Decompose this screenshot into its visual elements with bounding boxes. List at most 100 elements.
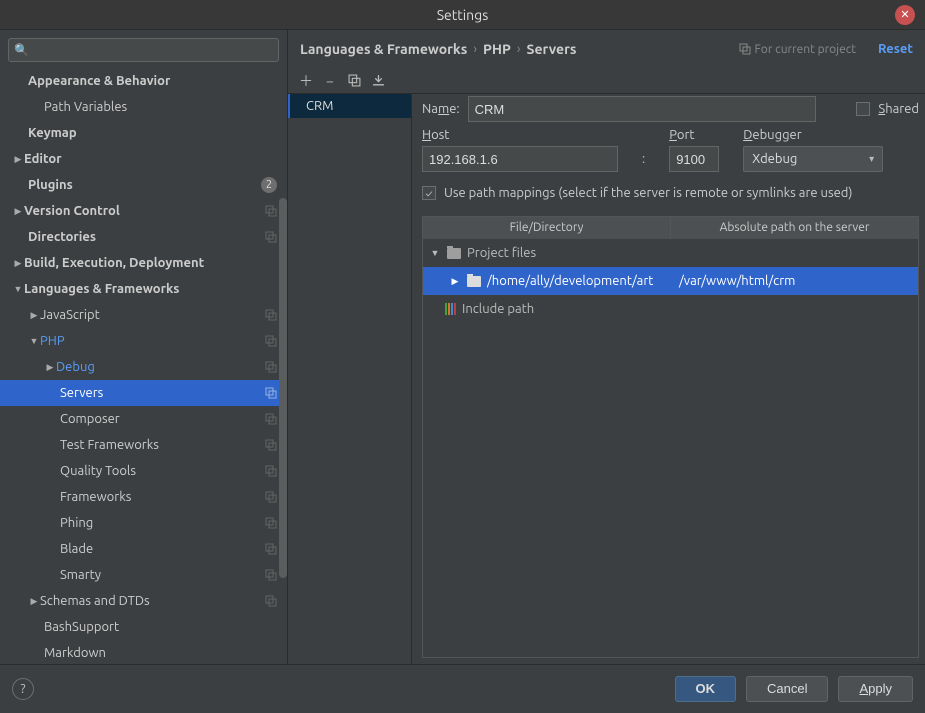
project-scope-icon: [265, 569, 277, 581]
tree-plugins[interactable]: Plugins2: [0, 172, 287, 198]
project-scope-icon: [265, 465, 277, 477]
reset-link[interactable]: Reset: [878, 42, 913, 56]
chevron-right-icon: ›: [517, 42, 521, 56]
path-row-include[interactable]: Include path: [423, 295, 918, 323]
tree-path-variables[interactable]: Path Variables: [0, 94, 287, 120]
tree-debug[interactable]: ▶Debug: [0, 354, 287, 380]
server-name-input[interactable]: [468, 96, 816, 122]
chevron-down-icon: ▼: [28, 336, 40, 346]
project-scope-icon: [265, 335, 277, 347]
close-icon[interactable]: ✕: [895, 5, 915, 25]
plugins-badge: 2: [261, 177, 277, 193]
tree-languages[interactable]: ▼Languages & Frameworks: [0, 276, 287, 302]
path-row-project-files[interactable]: ▼ Project files: [423, 239, 918, 267]
chevron-down-icon: ▼: [429, 248, 441, 258]
server-list: CRM: [288, 94, 412, 664]
tree-directories[interactable]: Directories: [0, 224, 287, 250]
search-input[interactable]: [8, 38, 279, 62]
col-file-directory: File/Directory: [423, 217, 671, 239]
tree-smarty[interactable]: Smarty: [0, 562, 287, 588]
project-files-label: Project files: [467, 246, 536, 260]
project-scope-icon: [265, 413, 277, 425]
dialog-footer: ? OK Cancel Apply: [0, 664, 925, 712]
tree-bash[interactable]: BashSupport: [0, 614, 287, 640]
copy-button[interactable]: [342, 70, 366, 92]
tree-markdown[interactable]: Markdown: [0, 640, 287, 664]
crumb-languages[interactable]: Languages & Frameworks: [300, 41, 467, 57]
tree-build[interactable]: ▶Build, Execution, Deployment: [0, 250, 287, 276]
local-path-value: /home/ally/development/art: [487, 274, 653, 288]
include-path-icon: [445, 303, 456, 315]
host-label: Host: [422, 128, 618, 142]
server-list-item[interactable]: CRM: [288, 94, 411, 118]
path-mappings-table: File/Directory Absolute path on the serv…: [422, 216, 919, 658]
port-label: Port: [669, 128, 719, 142]
tree-appearance[interactable]: Appearance & Behavior: [0, 68, 287, 94]
path-row-mapping[interactable]: ▶ /home/ally/development/art /var/www/ht…: [423, 267, 918, 295]
search-icon: 🔍: [14, 43, 29, 57]
use-path-mappings-checkbox[interactable]: [422, 186, 436, 200]
tree-blade[interactable]: Blade: [0, 536, 287, 562]
chevron-right-icon: ▶: [12, 206, 24, 217]
tree-servers[interactable]: Servers: [0, 380, 287, 406]
import-button[interactable]: [366, 70, 390, 92]
tree-test-frameworks[interactable]: Test Frameworks: [0, 432, 287, 458]
tree-keymap[interactable]: Keymap: [0, 120, 287, 146]
chevron-right-icon: ▶: [449, 276, 461, 287]
project-scope-icon: [265, 309, 277, 321]
settings-sidebar: 🔍 Appearance & Behavior Path Variables K…: [0, 30, 288, 664]
chevron-right-icon: ▶: [12, 154, 24, 165]
folder-icon: [467, 276, 481, 287]
tree-php[interactable]: ▼PHP: [0, 328, 287, 354]
chevron-right-icon: ▶: [28, 310, 40, 321]
include-path-label: Include path: [462, 302, 534, 316]
titlebar: Settings ✕: [0, 0, 925, 30]
project-scope-icon: [265, 543, 277, 555]
settings-tree: Appearance & Behavior Path Variables Key…: [0, 68, 287, 664]
for-project-label: For current project: [739, 43, 857, 56]
apply-button[interactable]: Apply: [838, 676, 913, 702]
col-absolute-path: Absolute path on the server: [671, 217, 918, 239]
server-toolbar: ＋ −: [288, 68, 925, 94]
shared-checkbox[interactable]: [856, 102, 870, 116]
server-form: Name: Shared Host : Port: [412, 94, 925, 664]
port-input[interactable]: [669, 146, 719, 172]
add-button[interactable]: ＋: [294, 70, 318, 92]
help-button[interactable]: ?: [12, 678, 34, 700]
tree-quality-tools[interactable]: Quality Tools: [0, 458, 287, 484]
project-scope-icon: [739, 43, 751, 55]
tree-frameworks[interactable]: Frameworks: [0, 484, 287, 510]
crumb-servers: Servers: [527, 41, 577, 57]
project-scope-icon: [265, 595, 277, 607]
debugger-select[interactable]: Xdebug: [743, 146, 883, 172]
host-input[interactable]: [422, 146, 618, 172]
remove-button[interactable]: −: [318, 70, 342, 92]
ok-button[interactable]: OK: [675, 676, 737, 702]
cancel-button[interactable]: Cancel: [746, 676, 828, 702]
chevron-right-icon: ›: [473, 42, 477, 56]
shared-label: Shared: [878, 102, 919, 116]
colon-label: :: [642, 146, 645, 172]
remote-path-value[interactable]: /var/www/html/crm: [675, 274, 918, 288]
chevron-down-icon: ▼: [12, 284, 24, 294]
breadcrumb: Languages & Frameworks › PHP › Servers F…: [288, 30, 925, 68]
tree-composer[interactable]: Composer: [0, 406, 287, 432]
project-scope-icon: [265, 361, 277, 373]
tree-schemas[interactable]: ▶Schemas and DTDs: [0, 588, 287, 614]
project-scope-icon: [265, 439, 277, 451]
tree-phing[interactable]: Phing: [0, 510, 287, 536]
project-scope-icon: [265, 231, 277, 243]
crumb-php[interactable]: PHP: [483, 41, 511, 57]
project-scope-icon: [265, 517, 277, 529]
project-scope-icon: [265, 205, 277, 217]
window-title: Settings: [437, 7, 489, 23]
use-path-mappings-label: Use path mappings (select if the server …: [444, 186, 853, 200]
project-scope-icon: [265, 491, 277, 503]
name-label: Name:: [422, 102, 460, 116]
tree-editor[interactable]: ▶Editor: [0, 146, 287, 172]
tree-vcs[interactable]: ▶Version Control: [0, 198, 287, 224]
tree-javascript[interactable]: ▶JavaScript: [0, 302, 287, 328]
chevron-right-icon: ▶: [28, 596, 40, 607]
folder-icon: [447, 248, 461, 259]
scrollbar[interactable]: [279, 68, 287, 664]
